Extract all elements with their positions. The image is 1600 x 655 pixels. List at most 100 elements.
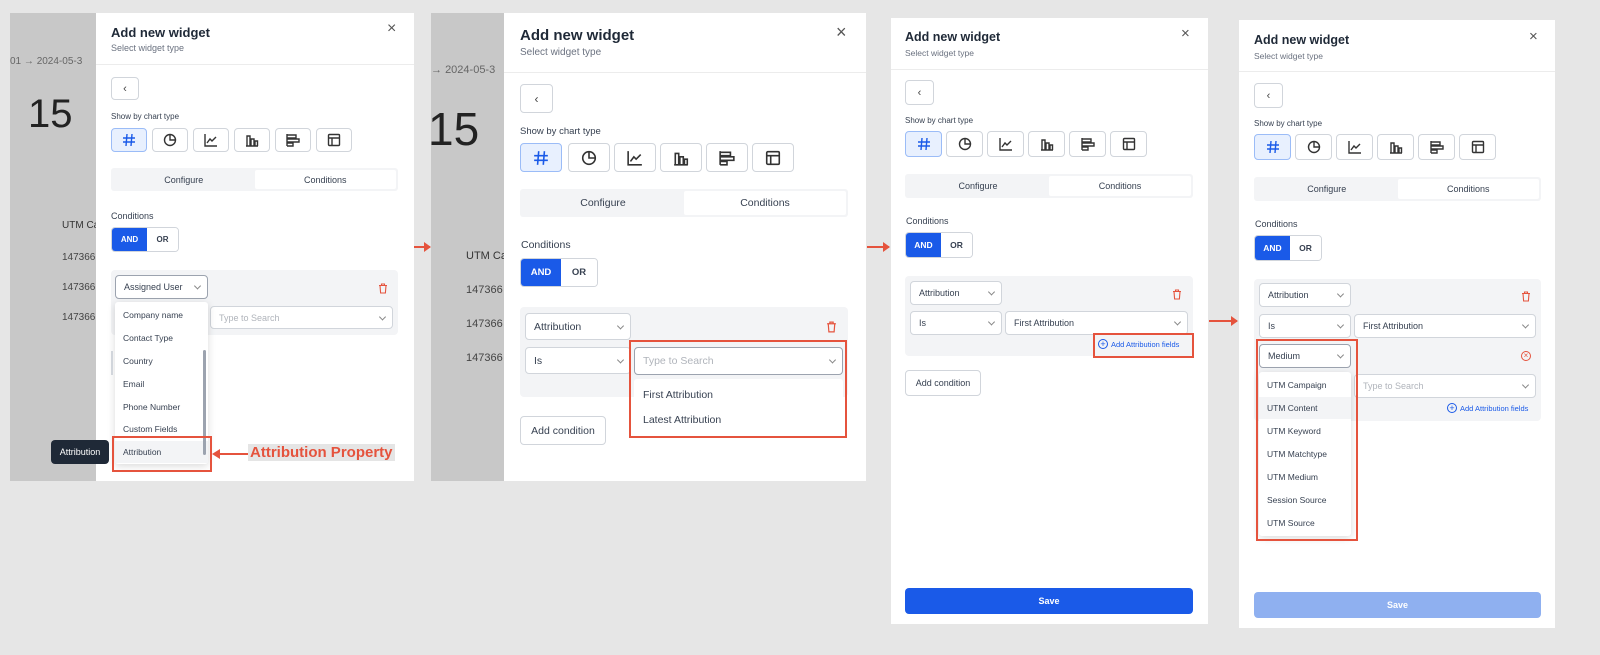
menu-item-attribution[interactable]: Attribution bbox=[115, 441, 208, 463]
table-icon[interactable] bbox=[316, 128, 352, 152]
menu-item[interactable]: UTM Keyword bbox=[1259, 420, 1351, 442]
and-button[interactable]: AND bbox=[112, 228, 147, 251]
attribution-tooltip: Attribution bbox=[51, 440, 109, 464]
save-button[interactable]: Save bbox=[905, 588, 1193, 614]
horizontal-bar-icon[interactable] bbox=[706, 143, 748, 172]
bar-chart-icon[interactable] bbox=[660, 143, 702, 172]
pie-chart-icon[interactable] bbox=[1295, 134, 1332, 160]
menu-item-first-attribution[interactable]: First Attribution bbox=[634, 383, 843, 407]
menu-item[interactable]: Email bbox=[115, 373, 208, 395]
back-button[interactable]: ‹ bbox=[905, 80, 934, 105]
add-widget-modal: Add new widget Select widget type × ‹ Sh… bbox=[504, 13, 866, 481]
value-search-input[interactable]: Type to Search bbox=[634, 347, 843, 375]
menu-item-latest-attribution[interactable]: Latest Attribution bbox=[634, 408, 843, 432]
line-chart-icon[interactable] bbox=[987, 131, 1024, 157]
add-attribution-fields-link[interactable]: + Add Attribution fields bbox=[1098, 339, 1179, 349]
horizontal-bar-icon[interactable] bbox=[275, 128, 311, 152]
add-attribution-fields-link[interactable]: + Add Attribution fields bbox=[1447, 403, 1528, 413]
number-icon[interactable] bbox=[520, 143, 562, 172]
and-button[interactable]: AND bbox=[521, 259, 561, 286]
value-select[interactable]: First Attribution bbox=[1005, 311, 1188, 335]
table-icon[interactable] bbox=[1459, 134, 1496, 160]
field-select[interactable]: Attribution bbox=[525, 313, 631, 340]
horizontal-bar-icon[interactable] bbox=[1418, 134, 1455, 160]
menu-item[interactable]: Session Source bbox=[1259, 489, 1351, 511]
operator-select[interactable]: Is bbox=[525, 347, 631, 374]
pie-chart-icon[interactable] bbox=[152, 128, 188, 152]
pie-chart-icon[interactable] bbox=[568, 143, 610, 172]
back-button[interactable]: ‹ bbox=[111, 77, 139, 100]
close-icon[interactable]: × bbox=[387, 21, 396, 37]
menu-item[interactable]: Custom Fields bbox=[115, 418, 208, 440]
line-chart-icon[interactable] bbox=[1336, 134, 1373, 160]
menu-item[interactable]: UTM Campaign bbox=[1259, 374, 1351, 396]
pie-chart-icon[interactable] bbox=[946, 131, 983, 157]
save-button[interactable]: Save bbox=[1254, 592, 1541, 618]
number-icon[interactable] bbox=[905, 131, 942, 157]
menu-item[interactable]: Country bbox=[115, 350, 208, 372]
tab-conditions[interactable]: Conditions bbox=[684, 191, 846, 215]
trash-icon[interactable] bbox=[826, 320, 837, 338]
tab-configure[interactable]: Configure bbox=[1256, 179, 1398, 199]
field-select[interactable]: Assigned User bbox=[115, 275, 208, 299]
trash-icon[interactable] bbox=[1172, 287, 1182, 305]
and-button[interactable]: AND bbox=[1255, 236, 1290, 260]
menu-item[interactable]: UTM Source bbox=[1259, 512, 1351, 534]
trash-icon[interactable] bbox=[378, 281, 388, 299]
flow-arrow bbox=[867, 242, 890, 252]
add-condition-button[interactable]: Add condition bbox=[520, 416, 606, 445]
menu-item[interactable]: UTM Content bbox=[1259, 397, 1351, 419]
value-select[interactable]: First Attribution bbox=[1354, 314, 1536, 338]
horizontal-bar-icon[interactable] bbox=[1069, 131, 1106, 157]
line-chart-icon[interactable] bbox=[614, 143, 656, 172]
tab-conditions[interactable]: Conditions bbox=[1397, 179, 1539, 199]
value-search-input[interactable]: Type to Search bbox=[1354, 374, 1536, 398]
bar-chart-icon[interactable] bbox=[1028, 131, 1065, 157]
search-dropdown-edge bbox=[111, 351, 113, 375]
number-icon[interactable] bbox=[111, 128, 147, 152]
bar-chart-icon[interactable] bbox=[1377, 134, 1414, 160]
close-icon[interactable]: × bbox=[1181, 26, 1190, 41]
menu-item[interactable]: Contact Type bbox=[115, 327, 208, 349]
value-search-input[interactable]: Type to Search bbox=[210, 306, 393, 329]
or-button[interactable]: OR bbox=[941, 233, 972, 257]
conditions-label: Conditions bbox=[1255, 219, 1298, 229]
and-button[interactable]: AND bbox=[906, 233, 941, 257]
close-icon[interactable]: × bbox=[836, 23, 847, 41]
background-column-header: UTM Ca bbox=[466, 250, 507, 262]
back-button[interactable]: ‹ bbox=[1254, 83, 1283, 108]
menu-item[interactable]: UTM Medium bbox=[1259, 466, 1351, 488]
menu-scrollbar[interactable] bbox=[203, 350, 206, 455]
tab-configure[interactable]: Configure bbox=[522, 191, 684, 215]
close-icon[interactable]: × bbox=[1529, 29, 1538, 44]
back-button[interactable]: ‹ bbox=[520, 84, 553, 113]
background-dashboard-1 bbox=[10, 13, 96, 481]
background-date: 01 → 2024-05-3 bbox=[10, 56, 83, 67]
conditions-label: Conditions bbox=[521, 239, 571, 251]
table-icon[interactable] bbox=[752, 143, 794, 172]
line-chart-icon[interactable] bbox=[193, 128, 229, 152]
number-icon[interactable] bbox=[1254, 134, 1291, 160]
operator-select[interactable]: Is bbox=[910, 311, 1002, 335]
tab-configure[interactable]: Configure bbox=[907, 176, 1049, 196]
bar-chart-icon[interactable] bbox=[234, 128, 270, 152]
tab-bar: Configure Conditions bbox=[520, 189, 848, 217]
or-button[interactable]: OR bbox=[147, 228, 178, 251]
attribution-field-select[interactable]: Medium bbox=[1259, 344, 1351, 368]
menu-item[interactable]: Phone Number bbox=[115, 396, 208, 418]
or-button[interactable]: OR bbox=[561, 259, 597, 286]
table-icon[interactable] bbox=[1110, 131, 1147, 157]
menu-item[interactable]: Company name bbox=[115, 304, 208, 326]
operator-select[interactable]: Is bbox=[1259, 314, 1351, 338]
field-select[interactable]: Attribution bbox=[910, 281, 1002, 305]
tab-configure[interactable]: Configure bbox=[113, 170, 255, 189]
annotation-label: Attribution Property bbox=[248, 444, 395, 461]
tab-conditions[interactable]: Conditions bbox=[1049, 176, 1191, 196]
field-select[interactable]: Attribution bbox=[1259, 283, 1351, 307]
add-condition-button[interactable]: Add condition bbox=[905, 370, 981, 396]
trash-icon[interactable] bbox=[1521, 289, 1531, 307]
tab-conditions[interactable]: Conditions bbox=[254, 170, 396, 189]
remove-circle-icon[interactable]: × bbox=[1521, 351, 1531, 361]
menu-item[interactable]: UTM Matchtype bbox=[1259, 443, 1351, 465]
or-button[interactable]: OR bbox=[1290, 236, 1321, 260]
